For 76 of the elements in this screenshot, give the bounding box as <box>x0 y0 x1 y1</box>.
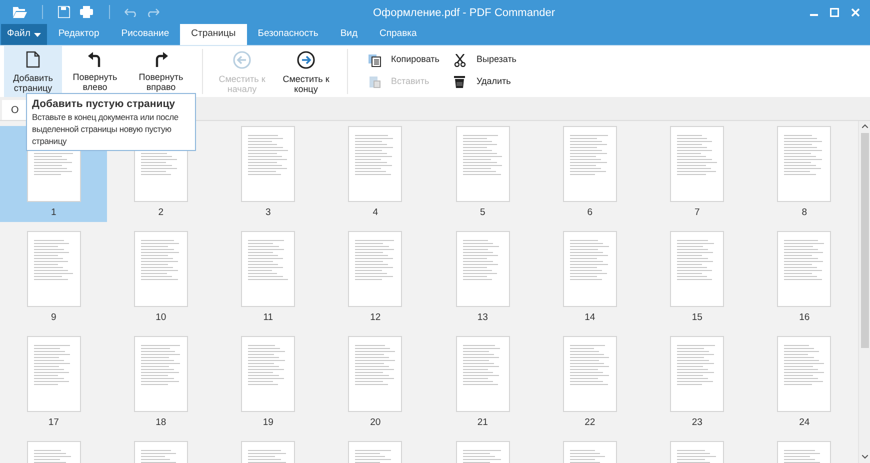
page-thumbnail[interactable] <box>134 336 188 412</box>
page-thumbnail[interactable] <box>26 336 81 412</box>
menu-tab[interactable]: Страницы <box>180 24 247 45</box>
page-thumbnail[interactable] <box>456 126 510 202</box>
page-number: 24 <box>799 417 810 429</box>
ribbon-button[interactable]: Добавить страницу <box>4 46 62 97</box>
page-thumbnail[interactable] <box>670 231 724 307</box>
folder-icon[interactable] <box>13 6 27 18</box>
page-number: 13 <box>477 312 488 324</box>
page-thumbnail[interactable] <box>456 336 510 412</box>
page-thumbnail[interactable] <box>241 336 296 412</box>
page-thumbnail[interactable] <box>241 126 296 202</box>
scroll-down-icon[interactable] <box>862 455 868 459</box>
scroll-up-icon[interactable] <box>862 124 868 128</box>
paste-icon <box>368 75 380 88</box>
page-number: 22 <box>584 417 596 429</box>
ribbon-button[interactable]: Копировать <box>368 50 444 70</box>
page-number: 15 <box>692 312 702 324</box>
page-thumbnail[interactable] <box>777 126 832 202</box>
page-number: 18 <box>156 417 166 429</box>
caret-icon <box>34 32 42 36</box>
page-number: 7 <box>694 207 700 219</box>
page-number: 1 <box>50 207 56 219</box>
ribbon-button[interactable]: Удалить <box>453 72 520 92</box>
page-number: 9 <box>50 312 56 324</box>
page-number: 5 <box>480 207 486 219</box>
page-number: 3 <box>265 207 271 219</box>
scrollbar-thumb[interactable] <box>861 133 869 348</box>
page-number: 8 <box>802 207 808 219</box>
page-number: 23 <box>692 417 702 429</box>
page-thumbnail[interactable] <box>562 336 617 412</box>
page-thumbnail[interactable] <box>348 336 402 412</box>
close-icon[interactable] <box>851 8 860 16</box>
ribbon-button[interactable]: Повернуть влево <box>62 46 128 97</box>
undo-icon[interactable] <box>124 8 138 16</box>
arrow-left-icon <box>233 51 251 69</box>
page-thumbnail[interactable] <box>26 231 81 307</box>
page-number: 6 <box>587 207 593 219</box>
scissors-icon <box>454 54 466 66</box>
page-number: 12 <box>370 312 381 324</box>
redo-icon[interactable] <box>146 8 160 16</box>
page-thumbnail[interactable] <box>348 126 402 202</box>
page-thumbnail[interactable] <box>670 336 724 412</box>
page-number: 16 <box>799 312 810 324</box>
trash-icon <box>454 76 466 88</box>
page-number: 20 <box>370 417 381 429</box>
page-thumbnail[interactable] <box>777 231 832 307</box>
page-thumbnail[interactable] <box>134 231 188 307</box>
ribbon-button[interactable]: Сместить к концу <box>273 46 339 97</box>
file-menu[interactable]: Файл <box>1 24 48 45</box>
page-thumbnail[interactable] <box>670 126 724 202</box>
page-number: 10 <box>156 312 166 324</box>
page-thumbnail[interactable] <box>456 231 510 307</box>
page-thumbnail[interactable] <box>777 336 832 412</box>
page-thumbnail[interactable] <box>562 231 617 307</box>
page-thumbnail[interactable] <box>562 126 617 202</box>
page-icon <box>26 51 40 68</box>
page-number: 19 <box>262 417 274 429</box>
rotate-left-icon <box>88 51 102 67</box>
rotate-right-icon <box>154 51 168 67</box>
window-title: Оформление.pdf - PDF Commander <box>373 6 555 21</box>
page-number: 14 <box>584 312 596 324</box>
ribbon-button[interactable]: Повернуть вправо <box>128 46 194 97</box>
page-number: 11 <box>263 312 274 324</box>
copy-icon <box>368 54 381 66</box>
scrollbar[interactable] <box>858 121 870 463</box>
page-number: 2 <box>158 207 164 219</box>
page-thumbnail[interactable] <box>348 231 402 307</box>
ribbon-button[interactable]: Вырезать <box>453 50 520 70</box>
page-number: 4 <box>372 207 378 219</box>
maximize-icon[interactable] <box>830 8 839 16</box>
arrow-right-icon <box>297 51 315 69</box>
page-number: 21 <box>477 417 488 429</box>
page-number: 17 <box>48 417 59 429</box>
page-thumbnail[interactable] <box>241 231 296 307</box>
save-icon[interactable] <box>58 6 70 18</box>
